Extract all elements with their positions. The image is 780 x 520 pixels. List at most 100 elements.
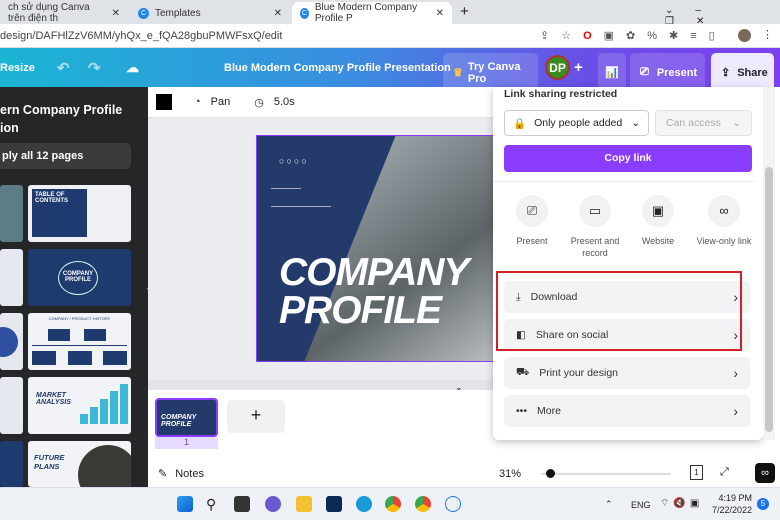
- language-indicator[interactable]: ENG: [631, 500, 651, 510]
- chrome-icon-active[interactable]: [415, 496, 431, 512]
- close-icon[interactable]: ✕: [436, 8, 444, 19]
- help-icon[interactable]: ∞: [755, 463, 775, 483]
- try-pro-label: Try Canva Pro: [467, 60, 521, 85]
- page-count-button[interactable]: 1: [690, 465, 703, 480]
- print-design-row[interactable]: ⛟ Print your design ›: [504, 357, 750, 389]
- horizontal-scrollbar[interactable]: [148, 380, 493, 390]
- template-thumb[interactable]: MARKET ANALYSIS: [28, 377, 131, 434]
- share-label: Share: [737, 66, 768, 79]
- windows-start-icon[interactable]: [177, 496, 193, 512]
- tab-title: ch sử dụng Canva trên điện th: [8, 2, 90, 24]
- url-text[interactable]: design/DAFHlZzV6MM/yhQx_e_fQA28gbuPMWFsx…: [0, 30, 282, 42]
- page-thumbnail[interactable]: COMPANY PROFILE: [155, 398, 218, 437]
- view-only-link-option[interactable]: ∞ View-only link: [690, 195, 758, 247]
- template-thumb[interactable]: [0, 249, 23, 306]
- redo-icon[interactable]: ↷: [88, 48, 101, 87]
- video-camera-icon: ▭: [579, 195, 611, 227]
- teams-chat-icon[interactable]: [265, 496, 281, 512]
- template-thumb[interactable]: [0, 377, 23, 434]
- template-panel: ern Company Profile ion ply all 12 pages …: [0, 87, 148, 487]
- tab-title: Blue Modern Company Profile P: [314, 2, 418, 24]
- avatar[interactable]: DP: [545, 55, 570, 80]
- canva-header: Resize ↶ ↷ ☁ Blue Modern Company Profile…: [0, 48, 780, 92]
- photoshop-icon[interactable]: [326, 496, 342, 512]
- add-collaborator-button[interactable]: +: [574, 48, 583, 87]
- file-explorer-icon[interactable]: [296, 496, 312, 512]
- close-icon[interactable]: ✕: [112, 8, 120, 19]
- chevron-down-icon[interactable]: ⌄: [455, 382, 463, 393]
- template-thumb[interactable]: TABLE OF CONTENTS: [28, 185, 131, 242]
- zoom-slider-knob[interactable]: [546, 469, 556, 478]
- more-row[interactable]: ••• More ›: [504, 395, 750, 427]
- notes-icon: ✎: [158, 468, 168, 480]
- pan-button[interactable]: Pan: [211, 96, 231, 108]
- notes-button[interactable]: Notes: [175, 468, 204, 480]
- present-option[interactable]: ⎚ Present: [500, 195, 564, 247]
- duration-button[interactable]: 5.0s: [274, 96, 295, 108]
- copy-link-button[interactable]: Copy link: [504, 145, 752, 172]
- editor-toolbar: ◔ Pan ◷ 5.0s: [148, 87, 493, 118]
- extension-icons[interactable]: ⇪☆O▣✿%✱≡▯: [540, 29, 727, 42]
- chrome-icon[interactable]: [385, 496, 401, 512]
- address-bar[interactable]: design/DAFHlZzV6MM/yhQx_e_fQA28gbuPMWFsx…: [0, 24, 780, 48]
- browser-tab[interactable]: C Templates ✕: [130, 2, 290, 24]
- website-icon: ▣: [642, 195, 674, 227]
- add-page-button[interactable]: +: [227, 400, 285, 433]
- search-icon[interactable]: ⚲: [206, 496, 222, 512]
- profile-avatar[interactable]: [738, 29, 751, 42]
- page-number: 1: [155, 437, 218, 449]
- more-dots-icon: •••: [516, 405, 528, 417]
- present-and-record-option[interactable]: ▭ Present and record: [563, 195, 627, 259]
- share-panel-scrollbar[interactable]: [763, 87, 775, 440]
- access-dropdown[interactable]: 🔒 Only people added ⌄: [504, 110, 649, 136]
- new-tab-button[interactable]: +: [460, 3, 469, 20]
- zoom-level[interactable]: 31%: [499, 468, 521, 480]
- present-label: Present: [656, 66, 698, 79]
- zalo-icon[interactable]: [445, 496, 461, 512]
- present-icon: ⎚: [640, 66, 649, 78]
- zoom-slider[interactable]: [541, 469, 671, 478]
- windows-taskbar: ⚲ ⌃ ENG ⌔🔇▣ 4:19 PM 7/22/2022 5: [0, 487, 780, 520]
- template-thumb[interactable]: [0, 185, 23, 242]
- browser-tab-bar: ch sử dụng Canva trên điện th ✕ C Template…: [0, 0, 780, 27]
- pan-icon: ◔: [194, 96, 201, 108]
- task-view-icon[interactable]: [234, 496, 250, 512]
- truck-icon: ⛟: [516, 366, 530, 378]
- slide-canvas[interactable]: ○○○○ COMPANY PROFILE: [256, 135, 496, 362]
- apply-all-pages-button[interactable]: ply all 12 pages: [0, 143, 131, 169]
- undo-icon[interactable]: ↶: [57, 48, 70, 87]
- template-thumb[interactable]: FUTURE PLANS: [28, 441, 131, 487]
- edge-icon[interactable]: [356, 496, 372, 512]
- share-icon: ⇪: [721, 67, 731, 79]
- template-thumb[interactable]: [0, 313, 23, 370]
- resize-button[interactable]: Resize: [0, 48, 35, 87]
- fullscreen-icon[interactable]: ⤢: [720, 466, 729, 479]
- chevron-down-icon: ⌄: [631, 117, 640, 129]
- background-color-swatch[interactable]: [156, 94, 172, 110]
- website-option[interactable]: ▣ Website: [626, 195, 690, 247]
- close-icon[interactable]: ✕: [274, 8, 282, 19]
- permission-dropdown[interactable]: Can access ⌄: [655, 110, 752, 136]
- canva-icon: C: [300, 7, 309, 19]
- highlight-box: [496, 271, 742, 351]
- tray-chevron-icon[interactable]: ⌃: [605, 499, 613, 510]
- design-title[interactable]: Blue Modern Company Profile Presentation: [224, 48, 451, 87]
- template-title: ern Company Profile ion: [0, 103, 123, 135]
- dots-decoration: ○○○○: [279, 156, 309, 166]
- notification-badge[interactable]: 5: [757, 498, 769, 510]
- link-icon: ∞: [708, 195, 740, 227]
- system-tray-icons[interactable]: ⌔🔇▣: [660, 497, 703, 510]
- canva-icon: C: [138, 7, 149, 19]
- footer-bar: ✎ Notes 31% 1 ⤢ ∞: [148, 460, 780, 487]
- clock[interactable]: 4:19 PM 7/22/2022: [712, 492, 752, 516]
- menu-icon[interactable]: ⋮: [762, 28, 773, 41]
- browser-tab-active[interactable]: C Blue Modern Company Profile P ✕: [292, 2, 452, 24]
- template-thumb[interactable]: COMPANY / PRODUCT HISTORY: [28, 313, 131, 370]
- tab-title: Templates: [155, 7, 201, 19]
- timer-icon: ◷: [254, 96, 264, 109]
- template-thumb[interactable]: [0, 441, 23, 487]
- cloud-saved-icon[interactable]: ☁: [126, 48, 139, 87]
- browser-tab[interactable]: ch sử dụng Canva trên điện th ✕: [0, 2, 128, 24]
- template-thumb[interactable]: COMPANY PROFILE: [28, 249, 131, 306]
- chevron-down-icon: ⌄: [732, 117, 741, 129]
